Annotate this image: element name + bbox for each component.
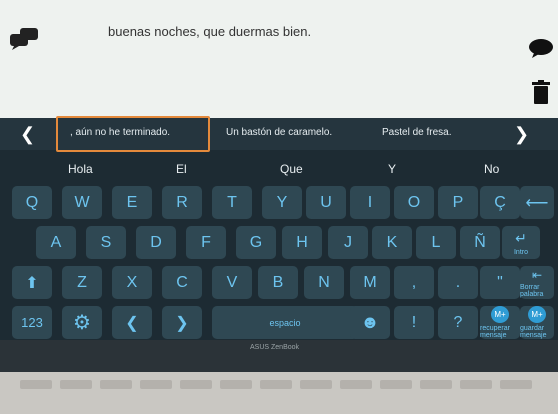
trash-icon[interactable]	[532, 80, 550, 104]
key-g[interactable]: G	[236, 226, 276, 259]
key-f[interactable]: F	[186, 226, 226, 259]
key-l[interactable]: L	[416, 226, 456, 259]
prediction-item-2[interactable]: Un bastón de caramelo.	[226, 127, 332, 138]
backspace-icon: ⟵	[525, 194, 549, 212]
key-period[interactable]: .	[438, 266, 478, 299]
prediction-bar: ❮ , aún no he terminado. Un bastón de ca…	[0, 116, 558, 152]
settings-key[interactable]: ⚙	[62, 306, 102, 339]
screen: buenas noches, que duermas bien. ❮ , aún…	[0, 0, 558, 372]
laptop-key	[500, 380, 532, 389]
laptop-key	[380, 380, 412, 389]
word-suggestion-1[interactable]: Hola	[68, 162, 93, 176]
key-c[interactable]: C	[162, 266, 202, 299]
key-c-cedilla[interactable]: Ç	[480, 186, 520, 219]
laptop-key	[140, 380, 172, 389]
save-message-key[interactable]: M+ guardar mensaje	[520, 306, 554, 339]
space-key[interactable]: espacio	[212, 306, 358, 339]
key-d[interactable]: D	[136, 226, 176, 259]
word-suggestion-4[interactable]: Y	[388, 162, 396, 176]
key-q[interactable]: Q	[12, 186, 52, 219]
chevron-left-icon: ❮	[125, 314, 139, 332]
laptop-key	[260, 380, 292, 389]
numbers-key[interactable]: 123	[12, 306, 52, 339]
laptop-key	[100, 380, 132, 389]
key-k[interactable]: K	[372, 226, 412, 259]
laptop-key	[460, 380, 492, 389]
laptop-keyboard-base	[0, 372, 558, 414]
chevron-right-icon: ❯	[175, 314, 189, 332]
delete-word-key[interactable]: ⇤ Borrar palabra	[520, 266, 554, 299]
laptop-key	[340, 380, 372, 389]
speech-bubble-icon[interactable]	[528, 38, 554, 58]
laptop-key	[20, 380, 52, 389]
emoji-key[interactable]: ☻	[350, 306, 390, 339]
backspace-key[interactable]: ⟵	[520, 186, 554, 219]
prediction-item-3[interactable]: Pastel de fresa.	[382, 127, 451, 138]
enter-key[interactable]: ↵ Intro	[502, 226, 540, 259]
key-question[interactable]: ?	[438, 306, 478, 339]
chat-icon[interactable]	[10, 28, 40, 50]
prediction-item-1[interactable]: , aún no he terminado.	[56, 116, 210, 152]
shift-key[interactable]: ⬆	[12, 266, 52, 299]
emoji-icon: ☻	[360, 312, 380, 332]
key-j[interactable]: J	[328, 226, 368, 259]
key-z[interactable]: Z	[62, 266, 102, 299]
key-s[interactable]: S	[86, 226, 126, 259]
key-p[interactable]: P	[438, 186, 478, 219]
message-area[interactable]: buenas noches, que duermas bien.	[0, 0, 558, 118]
key-e[interactable]: E	[112, 186, 152, 219]
key-r[interactable]: R	[162, 186, 202, 219]
key-n[interactable]: N	[304, 266, 344, 299]
arrow-right-icon[interactable]: ❯	[514, 124, 529, 145]
gear-icon: ⚙	[73, 312, 91, 334]
key-u[interactable]: U	[306, 186, 346, 219]
key-o[interactable]: O	[394, 186, 434, 219]
message-text: buenas noches, que duermas bien.	[108, 24, 312, 39]
laptop-key	[60, 380, 92, 389]
key-n-tilde[interactable]: Ñ	[460, 226, 500, 259]
word-suggestion-3[interactable]: Que	[280, 162, 303, 176]
key-x[interactable]: X	[112, 266, 152, 299]
key-y[interactable]: Y	[262, 186, 302, 219]
cursor-right-key[interactable]: ❯	[162, 306, 202, 339]
enter-icon: ↵	[515, 229, 527, 246]
key-t[interactable]: T	[212, 186, 252, 219]
word-suggestion-5[interactable]: No	[484, 162, 499, 176]
word-suggestion-2[interactable]: El	[176, 162, 187, 176]
cursor-left-key[interactable]: ❮	[112, 306, 152, 339]
key-v[interactable]: V	[212, 266, 252, 299]
key-b[interactable]: B	[258, 266, 298, 299]
laptop-key	[420, 380, 452, 389]
word-suggestions: Hola El Que Y No	[0, 152, 558, 184]
key-comma[interactable]: ,	[394, 266, 434, 299]
laptop-key	[300, 380, 332, 389]
key-h[interactable]: H	[282, 226, 322, 259]
laptop-key	[220, 380, 252, 389]
key-exclamation[interactable]: !	[394, 306, 434, 339]
shift-icon: ⬆	[25, 274, 39, 292]
key-w[interactable]: W	[62, 186, 102, 219]
arrow-left-icon[interactable]: ❮	[20, 124, 35, 145]
laptop-key	[180, 380, 212, 389]
brand-label: ASUS ZenBook	[250, 344, 300, 351]
key-m[interactable]: M	[350, 266, 390, 299]
recover-message-key[interactable]: M+ recuperar mensaje	[480, 306, 520, 339]
key-a[interactable]: A	[36, 226, 76, 259]
key-quote[interactable]: "	[480, 266, 520, 299]
key-i[interactable]: I	[350, 186, 390, 219]
delete-word-icon: ⇤	[531, 267, 543, 282]
